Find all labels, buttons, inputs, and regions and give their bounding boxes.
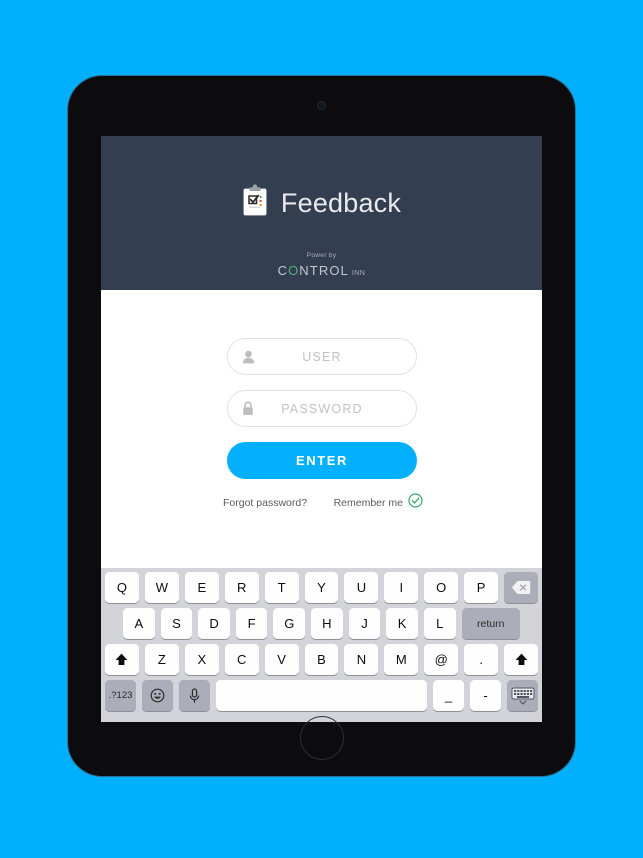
remember-me-control[interactable]: Remember me: [334, 493, 423, 513]
key-x[interactable]: X: [184, 644, 219, 675]
key-t[interactable]: T: [264, 572, 299, 603]
clipboard-check-icon: [242, 184, 268, 222]
user-input[interactable]: [250, 348, 394, 365]
forgot-password-link[interactable]: Forgot password?: [223, 497, 307, 509]
key-y[interactable]: Y: [304, 572, 339, 603]
key-w[interactable]: W: [144, 572, 179, 603]
key-hyphen[interactable]: -: [470, 680, 501, 711]
password-input[interactable]: [250, 400, 394, 417]
keyboard-row-4: .?123 _ -: [101, 680, 542, 711]
key-a[interactable]: A: [123, 608, 155, 639]
powered-by-brand: C O NTROL INN: [278, 263, 366, 278]
key-k[interactable]: K: [386, 608, 418, 639]
front-camera-icon: [318, 102, 325, 109]
key-q[interactable]: Q: [105, 572, 139, 603]
key-f[interactable]: F: [235, 608, 268, 639]
key-s[interactable]: S: [160, 608, 193, 639]
key-z[interactable]: Z: [144, 644, 179, 675]
tablet-device: Feedback Power by C O NTROL INN USER ENT…: [68, 76, 575, 776]
microphone-icon: [189, 687, 200, 703]
key-g[interactable]: G: [273, 608, 306, 639]
backspace-icon: [511, 581, 531, 594]
key-space[interactable]: [216, 680, 427, 711]
key-m[interactable]: M: [384, 644, 419, 675]
home-button[interactable]: [299, 716, 344, 760]
key-numbers-left[interactable]: .?123: [105, 680, 136, 711]
key-v[interactable]: V: [264, 644, 299, 675]
hide-keyboard-icon: [511, 687, 534, 705]
shift-icon: [116, 653, 128, 665]
key-hide-keyboard[interactable]: [507, 680, 538, 711]
login-form: ENTER Forgot password? Remember me: [101, 290, 542, 568]
brand-row: Feedback: [101, 184, 542, 222]
tablet-screen: Feedback Power by C O NTROL INN USER ENT…: [101, 136, 542, 722]
keyboard-row-3: Z X C V B N M @.: [101, 644, 542, 675]
powered-brand-rest: NTROL: [299, 263, 349, 278]
key-u[interactable]: U: [344, 572, 379, 603]
login-links-row: Forgot password? Remember me: [223, 493, 423, 513]
key-return[interactable]: return: [461, 608, 520, 639]
key-p[interactable]: P: [464, 572, 499, 603]
emoji-icon: [150, 688, 165, 703]
key-backspace[interactable]: [504, 572, 538, 603]
key-emoji[interactable]: [142, 680, 173, 711]
key-e[interactable]: E: [184, 572, 219, 603]
remember-me-label: Remember me: [333, 497, 403, 509]
keyboard-row-1: QWERTYUIOP: [101, 572, 542, 603]
app-title: Feedback: [280, 187, 402, 218]
key-underscore[interactable]: _: [433, 680, 464, 711]
powered-brand-suffix: INN: [351, 270, 366, 277]
app-header: Feedback Power by C O NTROL INN: [101, 136, 542, 290]
key-at[interactable]: @: [424, 644, 459, 675]
key-r[interactable]: R: [224, 572, 259, 603]
onscreen-keyboard[interactable]: QWERTYUIOP A S D F G H J K Lreturn Z X C V B N M @. .?1…: [101, 568, 542, 722]
keyboard-row-2: A S D F G H J K Lreturn: [101, 608, 542, 639]
key-microphone[interactable]: [179, 680, 210, 711]
key-shift-left[interactable]: [105, 644, 139, 675]
user-field-wrapper[interactable]: [227, 338, 417, 375]
powered-by-block: Power by C O NTROL INN: [101, 252, 542, 280]
key-period[interactable]: .: [464, 644, 499, 675]
password-field-wrapper[interactable]: [227, 390, 417, 427]
shift-icon: [515, 653, 527, 665]
key-l[interactable]: L: [423, 608, 456, 639]
powered-by-label: Power by: [306, 252, 337, 259]
key-o[interactable]: O: [424, 572, 459, 603]
key-i[interactable]: I: [384, 572, 419, 603]
check-circle-icon[interactable]: [408, 493, 423, 513]
enter-button[interactable]: ENTER: [227, 442, 417, 479]
key-n[interactable]: N: [344, 644, 379, 675]
key-h[interactable]: H: [311, 608, 343, 639]
key-c[interactable]: C: [224, 644, 259, 675]
key-shift-right[interactable]: [504, 644, 538, 675]
key-j[interactable]: J: [348, 608, 381, 639]
key-b[interactable]: B: [304, 644, 339, 675]
key-d[interactable]: D: [198, 608, 230, 639]
powered-brand-mark: O: [288, 263, 300, 278]
powered-brand-prefix: C: [277, 263, 289, 278]
